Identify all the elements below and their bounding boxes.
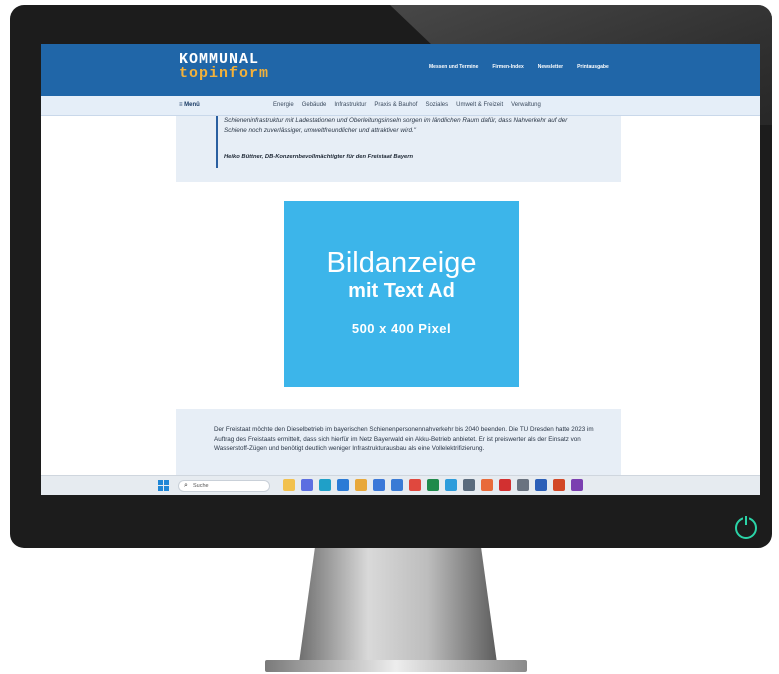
quote-text: Schieneninfrastruktur mit Ladestationen … (224, 117, 568, 134)
windows-start-icon[interactable] (158, 480, 170, 492)
category-infrastruktur[interactable]: Infrastruktur (334, 102, 366, 108)
monitor-stand-neck (299, 548, 497, 663)
search-placeholder: Suche (193, 483, 209, 489)
mail-icon[interactable] (337, 479, 349, 491)
nav-link-messen[interactable]: Messen und Termine (429, 64, 478, 70)
category-umwelt-freizeit[interactable]: Umwelt & Freizeit (456, 102, 503, 108)
category-praxis-bauhof[interactable]: Praxis & Bauhof (374, 102, 417, 108)
ad-title: Bildanzeige (326, 247, 477, 279)
category-list: Energie Gebäude Infrastruktur Praxis & B… (273, 102, 541, 108)
category-soziales[interactable]: Soziales (425, 102, 448, 108)
photos-icon[interactable] (445, 479, 457, 491)
category-nav: ≡ Menü Energie Gebäude Infrastruktur Pra… (41, 96, 760, 116)
powerpoint-icon[interactable] (553, 479, 565, 491)
nav-link-printausgabe[interactable]: Printausgabe (577, 64, 609, 70)
quote-author: Heiko Büttner, DB-Konzernbevollmächtigte… (224, 154, 414, 160)
ad-size: 500 x 400 Pixel (351, 321, 452, 336)
ad-subtitle: mit Text Ad (348, 280, 455, 302)
edge-icon[interactable] (319, 479, 331, 491)
excel-icon[interactable] (427, 479, 439, 491)
quote-bar (216, 116, 218, 168)
category-verwaltung[interactable]: Verwaltung (511, 102, 541, 108)
app-icon[interactable] (391, 479, 403, 491)
site-logo[interactable]: KOMMUNAL topinform (179, 52, 270, 82)
power-icon[interactable] (735, 516, 757, 539)
search-icon: ⌕ (184, 482, 188, 489)
word-icon[interactable] (535, 479, 547, 491)
nav-link-newsletter[interactable]: Newsletter (538, 64, 563, 70)
nav-link-firmen-index[interactable]: Firmen-Index (492, 64, 523, 70)
category-gebaeude[interactable]: Gebäude (302, 102, 327, 108)
acrobat-icon[interactable] (499, 479, 511, 491)
quote-block: Schieneninfrastruktur mit Ladestationen … (176, 116, 621, 182)
ad-banner[interactable]: Bildanzeige mit Text Ad 500 x 400 Pixel (284, 201, 519, 387)
taskbar-apps (283, 479, 583, 491)
paint-icon[interactable] (481, 479, 493, 491)
site-header: KOMMUNAL topinform Messen und Termine Fi… (41, 44, 760, 96)
taskbar: ⌕ Suche (41, 475, 760, 495)
chat-icon[interactable] (301, 479, 313, 491)
monitor-bezel: KOMMUNAL topinform Messen und Termine Fi… (10, 5, 772, 548)
category-energie[interactable]: Energie (273, 102, 294, 108)
logo-line-2: topinform (179, 65, 270, 82)
header-nav: Messen und Termine Firmen-Index Newslett… (429, 64, 609, 70)
store-icon[interactable] (373, 479, 385, 491)
settings-icon[interactable] (517, 479, 529, 491)
calculator-icon[interactable] (463, 479, 475, 491)
folder-icon[interactable] (355, 479, 367, 491)
taskbar-search[interactable]: ⌕ Suche (178, 480, 270, 492)
article-block: Der Freistaat möchte den Dieselbetrieb i… (176, 409, 621, 485)
monitor-stand-base (265, 660, 527, 672)
menu-button[interactable]: ≡ Menü (179, 102, 200, 108)
chrome-icon[interactable] (409, 479, 421, 491)
file-explorer-icon[interactable] (283, 479, 295, 491)
onenote-icon[interactable] (571, 479, 583, 491)
monitor: KOMMUNAL topinform Messen und Termine Fi… (0, 0, 779, 674)
article-text: Der Freistaat möchte den Dieselbetrieb i… (214, 426, 594, 453)
screen: KOMMUNAL topinform Messen und Termine Fi… (41, 44, 760, 495)
